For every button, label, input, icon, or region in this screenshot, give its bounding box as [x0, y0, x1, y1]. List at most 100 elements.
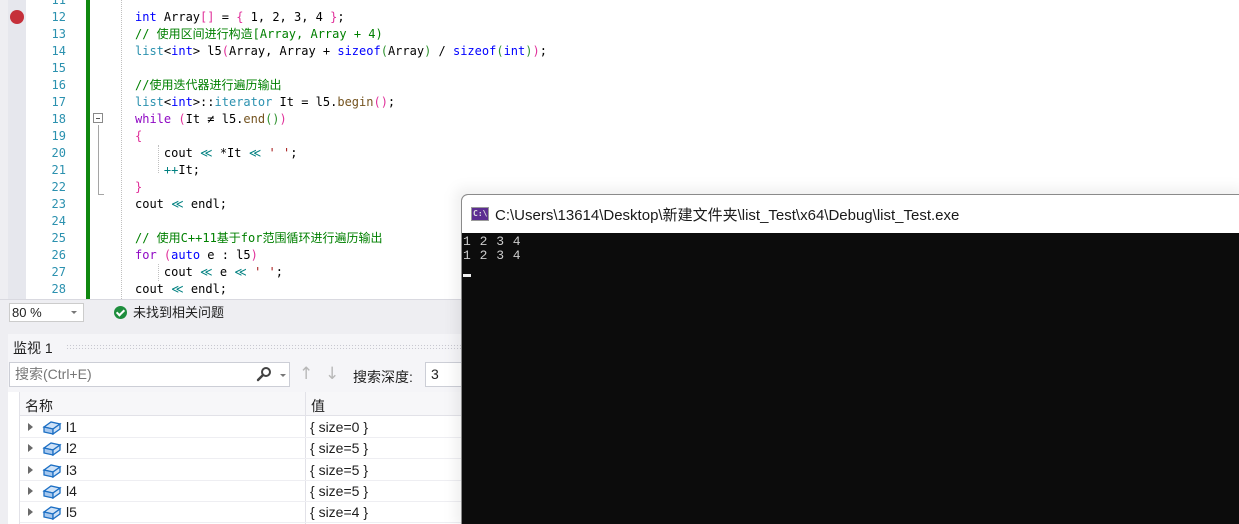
outlining-margin	[90, 0, 108, 299]
code-token: e : l5	[200, 248, 251, 262]
code-token: []	[200, 10, 215, 24]
expand-arrow-icon[interactable]	[28, 444, 33, 453]
watch-row[interactable]: l4 { size=5 }	[20, 481, 468, 502]
breakpoint-icon[interactable]	[10, 10, 24, 24]
code-line[interactable]: cout ≪ endl;	[135, 281, 227, 298]
column-header-name[interactable]: 名称	[25, 396, 53, 416]
watch-row[interactable]: l2 { size=5 }	[20, 438, 468, 460]
expand-arrow-icon[interactable]	[28, 508, 33, 517]
code-token: ≪	[234, 265, 247, 279]
code-line[interactable]: // 使用C++11基于for范围循环进行遍历输出	[135, 230, 382, 247]
code-token: ;	[337, 10, 345, 24]
code-token: sizeof	[452, 44, 497, 58]
code-token: int	[171, 44, 193, 58]
code-line[interactable]: {	[135, 128, 142, 145]
code-line[interactable]: }	[135, 179, 142, 196]
search-previous-arrow-icon[interactable]: ↑	[299, 364, 313, 384]
code-token: ' '	[254, 265, 276, 279]
watch-variable-name: l3	[66, 461, 77, 478]
zoom-level-dropdown[interactable]: 80 %	[9, 303, 84, 322]
watch-row[interactable]: l1 { size=0 }	[20, 417, 468, 438]
code-token: ()	[265, 112, 280, 126]
watch-variable-value: { size=5 }	[310, 461, 368, 478]
code-token: //使用迭代器进行遍历输出	[135, 78, 282, 92]
watch-variable-value: { size=4 }	[310, 504, 368, 521]
code-token: // 使用C++11基于for范围循环进行遍历输出	[135, 231, 383, 245]
code-token: end	[243, 112, 266, 126]
code-line[interactable]: for (auto e : l5)	[135, 247, 258, 264]
watch-row[interactable]: l3 { size=5 }	[20, 460, 468, 481]
code-token: 1, 2, 3, 4	[243, 10, 331, 24]
code-line[interactable]: cout ≪ endl;	[135, 196, 227, 213]
object-cube-icon	[42, 485, 62, 499]
code-token: /	[431, 44, 453, 58]
code-token: ++	[163, 163, 179, 177]
search-depth-label: 搜索深度:	[353, 369, 413, 385]
outline-line-end	[98, 194, 104, 195]
search-next-arrow-icon[interactable]: ↓	[325, 364, 339, 384]
code-token: cout	[135, 265, 201, 279]
code-line[interactable]: list<int> l5(Array, Array + sizeof(Array…	[135, 43, 547, 60]
code-token: ≪	[200, 146, 213, 160]
collapse-toggle-icon[interactable]	[93, 113, 103, 123]
line-number: 14	[51, 44, 66, 58]
console-app-icon: C:\	[471, 207, 489, 221]
watch-variable-name: l1	[66, 419, 77, 435]
panel-drag-grip[interactable]	[66, 344, 466, 349]
code-line[interactable]: // 使用区间进行构造[Array, Array + 4)	[135, 26, 383, 43]
column-header-value[interactable]: 值	[311, 396, 325, 416]
code-line[interactable]: cout ≪ *It ≪ ' ';	[135, 145, 298, 162]
code-line[interactable]: int Array[] = { 1, 2, 3, 4 };	[135, 9, 345, 26]
code-line[interactable]: list<int>::iterator It = l5.begin();	[135, 94, 395, 111]
object-cube-icon	[42, 506, 62, 521]
line-number: 23	[51, 197, 66, 211]
line-number: 15	[51, 61, 66, 75]
issues-indicator[interactable]: 未找到相关问题	[114, 304, 224, 321]
code-token: )	[279, 112, 287, 126]
code-line[interactable]: while (It ≠ l5.end())	[135, 111, 287, 128]
code-line[interactable]: ++It;	[135, 162, 200, 179]
watch-variable-value: { size=5 }	[310, 440, 368, 457]
search-icon[interactable]	[256, 366, 272, 382]
code-token: // 使用区间进行构造[Array, Array + 4)	[135, 27, 383, 41]
outline-line	[98, 125, 99, 195]
watch-search-input[interactable]: 搜索(Ctrl+E)	[9, 362, 290, 387]
expand-arrow-icon[interactable]	[28, 423, 33, 431]
expand-arrow-icon[interactable]	[28, 486, 33, 495]
breakpoint-margin[interactable]	[8, 0, 26, 299]
code-token: ≪	[200, 265, 213, 279]
console-title-bar[interactable]: C:\ C:\Users\13614\Desktop\新建文件夹\list_Te…	[462, 195, 1239, 233]
code-token: (	[221, 44, 229, 58]
issues-text: 未找到相关问题	[133, 305, 225, 320]
console-output[interactable]: 1 2 3 41 2 3 4	[462, 233, 1239, 524]
code-token: {	[135, 129, 143, 143]
code-token: ;	[387, 95, 396, 109]
code-line[interactable]: cout ≪ e ≪ ' ';	[135, 264, 283, 281]
indent-guide	[121, 0, 122, 299]
watch-grid-header	[19, 392, 468, 416]
watch-variable-name: l5	[66, 504, 77, 521]
code-token: )	[250, 248, 258, 262]
code-token: auto	[171, 248, 201, 262]
console-output-line: 1 2 3 4	[463, 248, 522, 263]
code-token: It ≠ l5.	[185, 112, 244, 126]
code-token: begin	[337, 95, 374, 109]
code-token: (	[178, 112, 186, 126]
code-token: list	[135, 95, 164, 109]
code-token: iterator	[214, 95, 273, 109]
code-token: int	[135, 10, 157, 24]
code-token: )	[525, 44, 533, 58]
watch-panel-title[interactable]: 监视 1	[13, 338, 53, 358]
console-window[interactable]: C:\ C:\Users\13614\Desktop\新建文件夹\list_Te…	[461, 194, 1239, 524]
line-number: 17	[51, 95, 66, 109]
expand-arrow-icon[interactable]	[28, 465, 33, 474]
line-number: 28	[51, 282, 66, 296]
watch-row[interactable]: l5 { size=4 }	[20, 502, 468, 524]
line-number: 27	[51, 265, 66, 279]
editor-left-margin	[0, 0, 8, 299]
code-line[interactable]: //使用迭代器进行遍历输出	[135, 77, 281, 94]
code-token: sizeof	[337, 44, 381, 58]
search-options-dropdown-icon[interactable]	[280, 374, 286, 377]
code-token: ;	[275, 265, 283, 279]
